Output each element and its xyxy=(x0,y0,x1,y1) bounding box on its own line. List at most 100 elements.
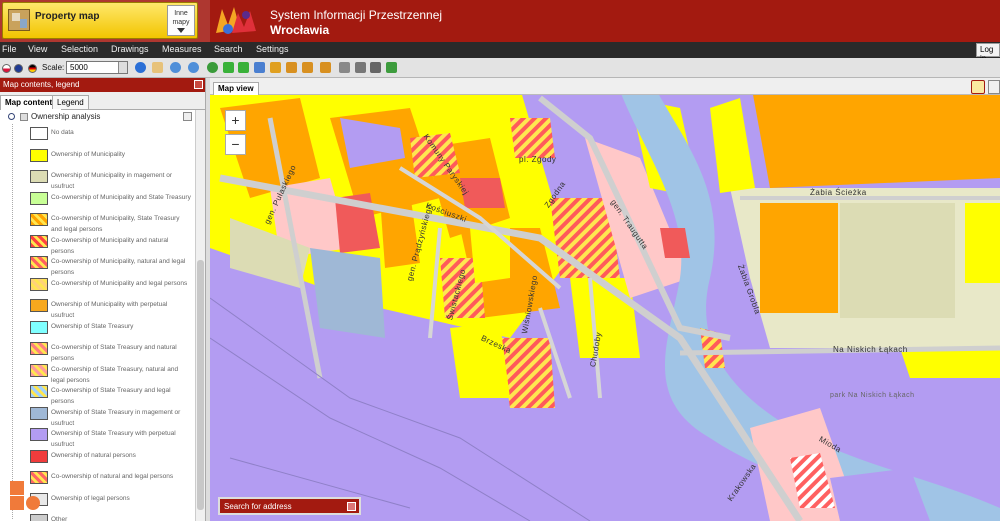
zoom-out-button[interactable]: − xyxy=(225,134,246,155)
measure-angle-icon[interactable] xyxy=(302,62,313,73)
legend-label: Co-ownership of natural and legal person… xyxy=(51,473,174,480)
menu-search[interactable]: Search xyxy=(214,44,243,54)
tab-map-view[interactable]: Map view xyxy=(213,82,259,95)
header-bar: Property map Inne mapy System Informacji… xyxy=(0,0,1000,42)
legend-label: Ownership of Municipality with perpetual… xyxy=(51,301,168,319)
map-canvas[interactable] xyxy=(210,78,1000,521)
legend-swatch xyxy=(30,256,48,269)
menu-bar: File View Selection Drawings Measures Se… xyxy=(0,42,1000,63)
login-button[interactable]: Log in xyxy=(976,43,1000,63)
zoom-in-icon[interactable] xyxy=(170,62,181,73)
measure-line-icon[interactable] xyxy=(286,62,297,73)
legend-swatch xyxy=(30,148,48,162)
scale-select[interactable]: 5000 xyxy=(66,61,128,74)
legend-label: Co-ownership of Municipality, natural an… xyxy=(51,258,186,276)
legend-swatch xyxy=(30,406,48,420)
system-title-line2: Wrocławia xyxy=(270,23,330,37)
layer-checkbox[interactable] xyxy=(20,113,28,121)
legend-swatch xyxy=(30,170,48,183)
legend-label: No data xyxy=(51,129,74,136)
search-icon[interactable] xyxy=(988,80,1000,94)
watermark-logo-icon xyxy=(10,481,40,510)
other-maps-label-1: Inne xyxy=(174,10,188,17)
legend-label: Co-ownership of State Treasury and legal… xyxy=(51,387,171,405)
panel-header: Map contents, legend xyxy=(0,78,206,92)
panel-scrollbar[interactable] xyxy=(195,110,205,521)
arrow-right-icon[interactable] xyxy=(238,62,249,73)
map-tab-bar xyxy=(210,78,1000,95)
scale-label: Scale: xyxy=(42,63,65,72)
map-graphic xyxy=(210,78,1000,521)
globe-icon[interactable] xyxy=(207,62,218,73)
app-title: Property map xyxy=(35,11,100,22)
legend-label: Other xyxy=(51,516,68,521)
chevron-down-icon xyxy=(177,28,185,33)
legend-label: Co-ownership of Municipality and State T… xyxy=(51,193,191,201)
legend-swatch xyxy=(30,213,48,226)
legend-label: Ownership of Municipality xyxy=(51,150,126,158)
layer-menu-icon[interactable] xyxy=(183,112,192,121)
other-maps-label-2: mapy xyxy=(172,19,190,26)
legend-swatch xyxy=(30,449,48,463)
polish-flag-icon[interactable] xyxy=(2,64,11,73)
search-label: Search for address xyxy=(224,502,292,511)
layer-row-ownership[interactable]: Ownership analysis xyxy=(8,112,192,124)
legend-swatch xyxy=(30,385,48,398)
extent-icon[interactable] xyxy=(254,62,265,73)
address-search-box[interactable]: Search for address xyxy=(218,497,361,515)
info-icon[interactable] xyxy=(135,62,146,73)
legend-swatch xyxy=(30,428,48,441)
menu-drawings[interactable]: Drawings xyxy=(111,44,149,54)
arrow-left-icon[interactable] xyxy=(223,62,234,73)
zoom-out-icon[interactable] xyxy=(188,62,199,73)
panel-tabs: Map contents Legend xyxy=(0,92,206,110)
other-maps-button[interactable]: Inne mapy xyxy=(167,5,195,36)
pencil-icon[interactable] xyxy=(270,62,281,73)
legend-swatch xyxy=(30,277,48,291)
print-icon[interactable] xyxy=(355,62,366,73)
comment-icon[interactable] xyxy=(971,80,985,94)
tree-line xyxy=(12,124,13,519)
maximize-icon[interactable] xyxy=(194,80,203,89)
menu-measures[interactable]: Measures xyxy=(162,44,202,54)
tab-legend[interactable]: Legend xyxy=(52,95,89,109)
link-icon[interactable] xyxy=(370,62,381,73)
scrollbar-thumb[interactable] xyxy=(197,260,204,510)
legend-swatch xyxy=(30,299,48,312)
legend-label: Ownership of State Treasury with perpetu… xyxy=(51,430,176,448)
menu-file[interactable]: File xyxy=(2,44,17,54)
german-flag-icon[interactable] xyxy=(28,64,37,73)
pan-hand-icon[interactable] xyxy=(152,62,163,73)
expand-icon[interactable] xyxy=(347,502,356,511)
menu-view[interactable]: View xyxy=(28,44,47,54)
street-label: Na Niskich Łąkach xyxy=(833,345,908,354)
crop-icon[interactable] xyxy=(320,62,331,73)
legend-label: Co-ownership of State Treasury, natural … xyxy=(51,365,179,384)
toolbar: Scale: 5000 xyxy=(0,58,1000,78)
layer-name: Ownership analysis xyxy=(31,112,101,121)
english-flag-icon[interactable] xyxy=(14,64,23,73)
property-map-selector[interactable]: Property map Inne mapy xyxy=(2,2,198,39)
legend-swatch xyxy=(30,514,48,521)
legend-label: Co-ownership of Municipality and legal p… xyxy=(51,279,188,287)
scale-value: 5000 xyxy=(70,63,88,72)
legend-label: Co-ownership of Municipality, State Trea… xyxy=(51,215,180,233)
chevron-down-icon xyxy=(118,62,127,73)
legend-list: Ownership analysis No data Ownership of M… xyxy=(0,110,195,521)
park-label: park Na Niskich Łąkach xyxy=(830,392,915,399)
menu-settings[interactable]: Settings xyxy=(256,44,289,54)
legend-label: Ownership of natural persons xyxy=(51,451,136,459)
panel-title: Map contents, legend xyxy=(3,80,80,89)
zoom-in-button[interactable]: + xyxy=(225,110,246,131)
collapse-icon[interactable] xyxy=(8,113,15,120)
street-label: pl. Zgody xyxy=(519,155,557,164)
system-title: System Informacji Przestrzennej Wrocławi… xyxy=(270,8,442,38)
map-thumbnail-icon xyxy=(8,9,30,31)
system-title-line1: System Informacji Przestrzennej xyxy=(270,8,443,22)
export-icon[interactable] xyxy=(386,62,397,73)
copy-icon[interactable] xyxy=(339,62,350,73)
menu-selection[interactable]: Selection xyxy=(61,44,98,54)
legend-swatch xyxy=(30,191,48,205)
legend-label: Ownership of legal persons xyxy=(51,494,130,502)
legend-swatch xyxy=(30,363,48,377)
